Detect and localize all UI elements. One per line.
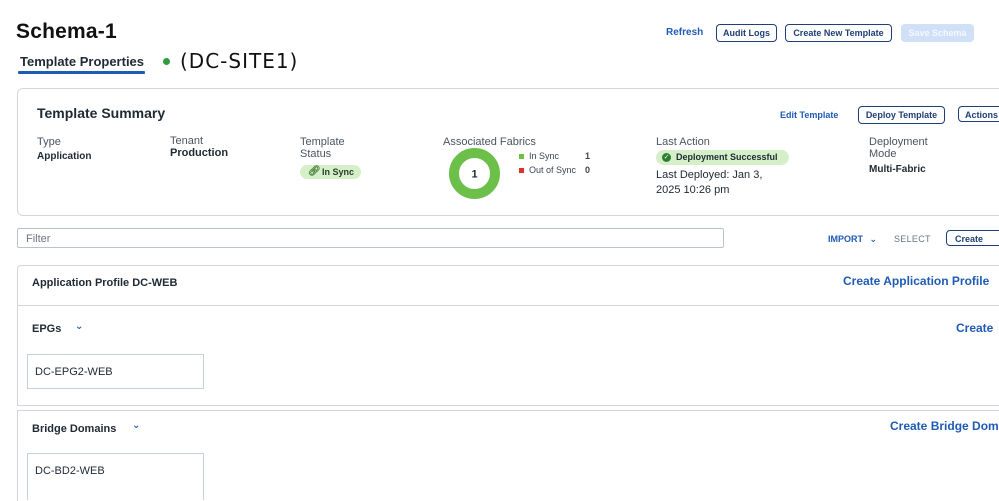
site-label: (DC-SITE1) (180, 49, 299, 73)
out-of-sync-count: 0 (585, 165, 591, 175)
check-circle-icon: ✓ (662, 153, 671, 162)
tenant-value: Production (170, 147, 229, 159)
filter-input[interactable]: Filter (17, 228, 724, 248)
last-deployed-line2: 2025 10:26 pm (656, 184, 730, 196)
application-profile-title: Application Profile DC-WEB (32, 277, 178, 289)
bridge-domains-chevron-down-icon[interactable]: ⌄ (132, 420, 140, 431)
import-label: IMPORT (828, 234, 863, 244)
actions-button[interactable]: Actions (958, 106, 999, 122)
audit-logs-button[interactable]: Audit Logs (716, 24, 777, 42)
bridge-domains-title: Bridge Domains (32, 423, 117, 435)
deployment-mode-label-line2: Mode (869, 148, 897, 160)
chevron-down-icon: ⌄ (869, 234, 878, 244)
in-sync-badge-text: In Sync (322, 167, 355, 177)
in-sync-legend-swatch (519, 154, 524, 159)
deployment-successful-badge: ✓ Deployment Successful (656, 150, 789, 165)
in-sync-badge: 🔗︎ In Sync (300, 165, 361, 179)
site-status-dot-icon (163, 58, 170, 65)
save-schema-button[interactable]: Save Schema (901, 24, 974, 42)
top-strip (0, 0, 999, 18)
epgs-chevron-down-icon[interactable]: ⌄ (75, 321, 83, 332)
create-bridge-domain-link[interactable]: Create Bridge Domain (890, 419, 999, 433)
create-epg-link[interactable]: Create (956, 321, 993, 335)
template-summary-title: Template Summary (37, 105, 166, 121)
template-status-label-line2: Status (300, 148, 332, 160)
in-sync-legend-label: In Sync (529, 151, 560, 161)
in-sync-count: 1 (585, 151, 591, 161)
link-icon: 🔗︎ (308, 166, 321, 177)
deploy-template-button[interactable]: Deploy Template (858, 106, 945, 124)
page-title: Schema-1 (16, 20, 117, 43)
create-new-template-button[interactable]: Create New Template (785, 24, 892, 42)
deployment-mode-value: Multi-Fabric (869, 164, 926, 175)
out-of-sync-legend-swatch (519, 168, 524, 173)
last-deployed-line1: Last Deployed: Jan 3, (656, 169, 763, 181)
edit-template-link[interactable]: Edit Template (780, 110, 838, 120)
bridge-domain-item[interactable]: DC-BD2-WEB (27, 453, 204, 500)
select-label[interactable]: SELECT (894, 234, 931, 244)
last-action-label: Last Action (656, 136, 710, 148)
type-value: Application (37, 151, 92, 162)
deployment-successful-text: Deployment Successful (676, 152, 778, 162)
active-tab-indicator (18, 71, 145, 74)
epgs-title: EPGs (32, 323, 62, 335)
create-button[interactable]: Create (946, 230, 999, 246)
create-application-profile-link[interactable]: Create Application Profile (843, 274, 989, 288)
tab-template-properties[interactable]: Template Properties (20, 54, 144, 69)
epg-item[interactable]: DC-EPG2-WEB (27, 354, 204, 389)
donut-total: 1 (471, 169, 477, 181)
last-deployed-text: Last Deployed: Jan 3, 2025 10:26 pm (656, 168, 786, 198)
out-of-sync-legend-label: Out of Sync (529, 165, 577, 175)
refresh-link[interactable]: Refresh (666, 27, 703, 38)
fabrics-donut-chart: 1 (449, 148, 500, 199)
import-dropdown[interactable]: IMPORT ⌄ (828, 234, 877, 245)
type-label: Type (37, 136, 61, 148)
